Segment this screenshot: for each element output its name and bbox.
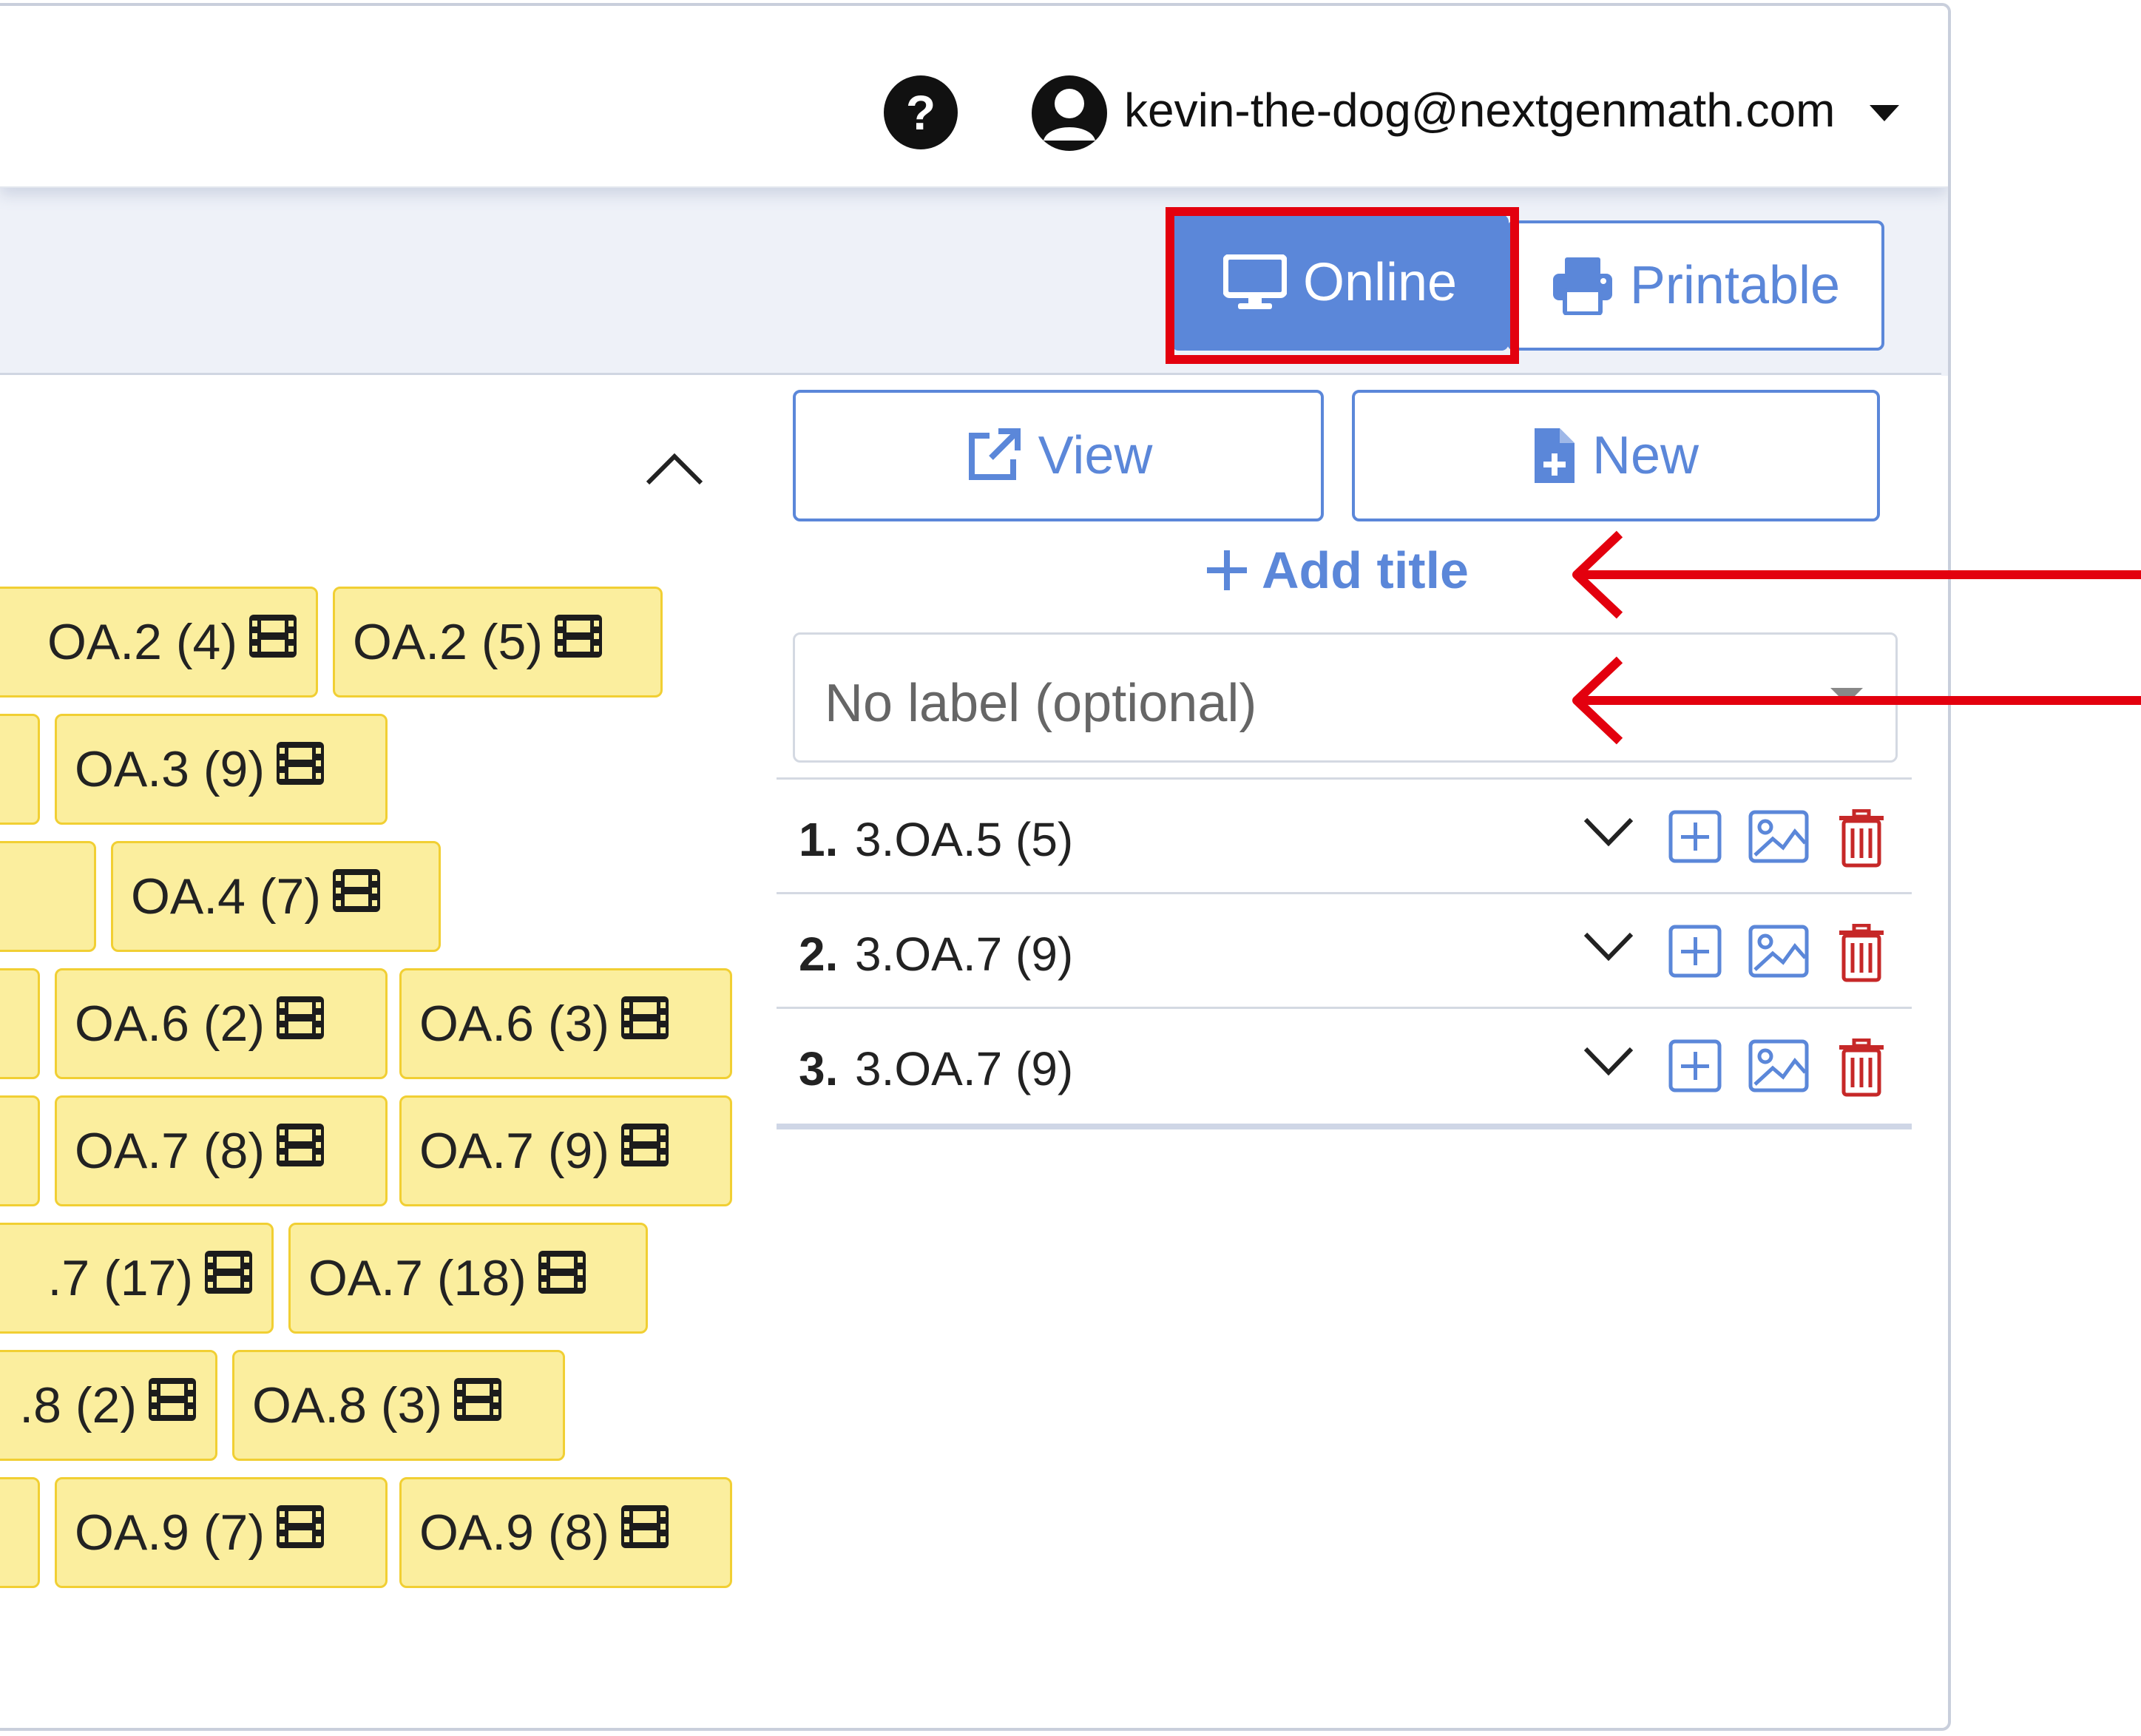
- chip-label: OA.7 (18): [308, 1250, 527, 1306]
- question-number: 3.: [799, 1042, 839, 1095]
- image-icon[interactable]: [1748, 809, 1810, 868]
- standard-chip[interactable]: OA.7 (9): [399, 1095, 732, 1206]
- user-avatar-icon[interactable]: [1032, 75, 1107, 151]
- film-icon: [248, 613, 298, 671]
- standard-chip[interactable]: OA.2 (5): [333, 587, 663, 698]
- standard-chip[interactable]: OA.6 (2): [55, 968, 388, 1079]
- standard-chip[interactable]: OA.7 (8): [55, 1095, 388, 1206]
- chip-label: OA.7 (8): [75, 1123, 265, 1179]
- chip-label: OA.6 (3): [419, 996, 609, 1052]
- chip-label: OA.6 (2): [75, 996, 265, 1052]
- question-number: 1.: [799, 813, 839, 866]
- trash-icon[interactable]: [1838, 1038, 1885, 1101]
- chip-label: OA.9 (8): [419, 1504, 609, 1561]
- standard-chip[interactable]: OA.9 (8): [399, 1477, 732, 1588]
- top-navbar: ? kevin-the-dog@nextgenmath.com: [0, 6, 1948, 188]
- chip-label: OA.8 (3): [252, 1377, 442, 1433]
- image-icon[interactable]: [1748, 924, 1810, 982]
- new-button[interactable]: New: [1352, 390, 1880, 521]
- app-window: ? kevin-the-dog@nextgenmath.com Online P…: [0, 3, 1951, 1731]
- chip-label: OA.4 (7): [131, 868, 321, 925]
- film-icon: [147, 1377, 197, 1434]
- label-placeholder: No label (optional): [825, 674, 1257, 733]
- standard-chip[interactable]: OA.6 (3): [399, 968, 732, 1079]
- plus-icon: [1207, 550, 1247, 590]
- film-icon: [203, 1249, 254, 1307]
- chip-partial[interactable]: [0, 841, 96, 952]
- standard-chip[interactable]: OA.7 (18): [288, 1223, 648, 1334]
- film-icon: [537, 1249, 587, 1307]
- annotation-arrow: [1572, 656, 2141, 745]
- standard-chip[interactable]: OA.9 (7): [55, 1477, 388, 1588]
- printable-label: Printable: [1629, 256, 1841, 315]
- standard-chip[interactable]: .8 (2): [0, 1350, 217, 1461]
- film-icon: [620, 1504, 670, 1561]
- question-row[interactable]: 1. 3.OA.5 (5): [777, 780, 1912, 894]
- question-text: 3.OA.7 (9): [855, 928, 1074, 981]
- add-box-icon[interactable]: [1668, 924, 1722, 982]
- film-icon: [275, 1504, 325, 1561]
- question-row[interactable]: 2. 3.OA.7 (9): [777, 894, 1912, 1009]
- chip-partial[interactable]: [0, 968, 40, 1079]
- user-email[interactable]: kevin-the-dog@nextgenmath.com: [1124, 83, 1835, 138]
- standard-chip[interactable]: OA.2 (4): [0, 587, 318, 698]
- caret-down-icon[interactable]: [1870, 105, 1899, 121]
- film-icon: [553, 613, 603, 671]
- film-icon: [275, 1122, 325, 1180]
- online-highlight-box: [1166, 207, 1519, 364]
- film-icon: [331, 868, 382, 925]
- question-text: 3.OA.5 (5): [855, 813, 1074, 866]
- film-icon: [275, 740, 325, 798]
- add-title-link[interactable]: Add title: [1205, 541, 1469, 600]
- chip-label: OA.3 (9): [75, 741, 265, 797]
- chip-label: OA.9 (7): [75, 1504, 265, 1561]
- chip-label: OA.2 (4): [47, 614, 237, 670]
- printer-icon: [1552, 257, 1612, 315]
- film-icon: [620, 1122, 670, 1180]
- chip-label: .8 (2): [19, 1377, 137, 1433]
- chip-partial[interactable]: [0, 1477, 40, 1588]
- annotation-arrow: [1572, 530, 2141, 619]
- standard-chip[interactable]: OA.4 (7): [111, 841, 441, 952]
- printable-mode-button[interactable]: Printable: [1507, 220, 1884, 351]
- view-button[interactable]: View: [793, 390, 1324, 521]
- trash-icon[interactable]: [1838, 808, 1885, 872]
- external-link-icon: [968, 428, 1021, 480]
- film-icon: [453, 1377, 503, 1434]
- chip-label: .7 (17): [47, 1250, 193, 1306]
- file-plus-icon: [1534, 428, 1575, 483]
- film-icon: [620, 995, 670, 1053]
- question-list: 1. 3.OA.5 (5) 2. 3.OA.7 (9) 3. 3.OA.7 (9): [777, 777, 1912, 1129]
- question-row[interactable]: 3. 3.OA.7 (9): [777, 1009, 1912, 1124]
- add-box-icon[interactable]: [1668, 1038, 1722, 1097]
- standards-panel: OA.2 (4) OA.2 (5) OA.3 (9) OA.4 (7) OA.6 (2)…: [0, 373, 779, 1728]
- trash-icon[interactable]: [1838, 923, 1885, 987]
- standard-chip[interactable]: .7 (17): [0, 1223, 274, 1334]
- chevron-down-icon[interactable]: [1583, 1044, 1634, 1081]
- view-label: View: [1038, 426, 1153, 485]
- help-icon[interactable]: ?: [884, 75, 958, 149]
- question-text: 3.OA.7 (9): [855, 1042, 1074, 1095]
- new-label: New: [1592, 426, 1699, 485]
- chevron-down-icon[interactable]: [1583, 815, 1634, 851]
- question-number: 2.: [799, 928, 839, 981]
- image-icon[interactable]: [1748, 1038, 1810, 1097]
- standard-chip[interactable]: OA.3 (9): [55, 714, 388, 825]
- chip-partial[interactable]: [0, 714, 40, 825]
- chip-label: OA.7 (9): [419, 1123, 609, 1179]
- add-box-icon[interactable]: [1668, 809, 1722, 868]
- chevron-down-icon[interactable]: [1583, 930, 1634, 966]
- film-icon: [275, 995, 325, 1053]
- chevron-up-icon[interactable]: [643, 449, 706, 487]
- add-title-label: Add title: [1262, 541, 1469, 599]
- chip-partial[interactable]: [0, 1095, 40, 1206]
- chip-label: OA.2 (5): [353, 614, 543, 670]
- standard-chip[interactable]: OA.8 (3): [232, 1350, 565, 1461]
